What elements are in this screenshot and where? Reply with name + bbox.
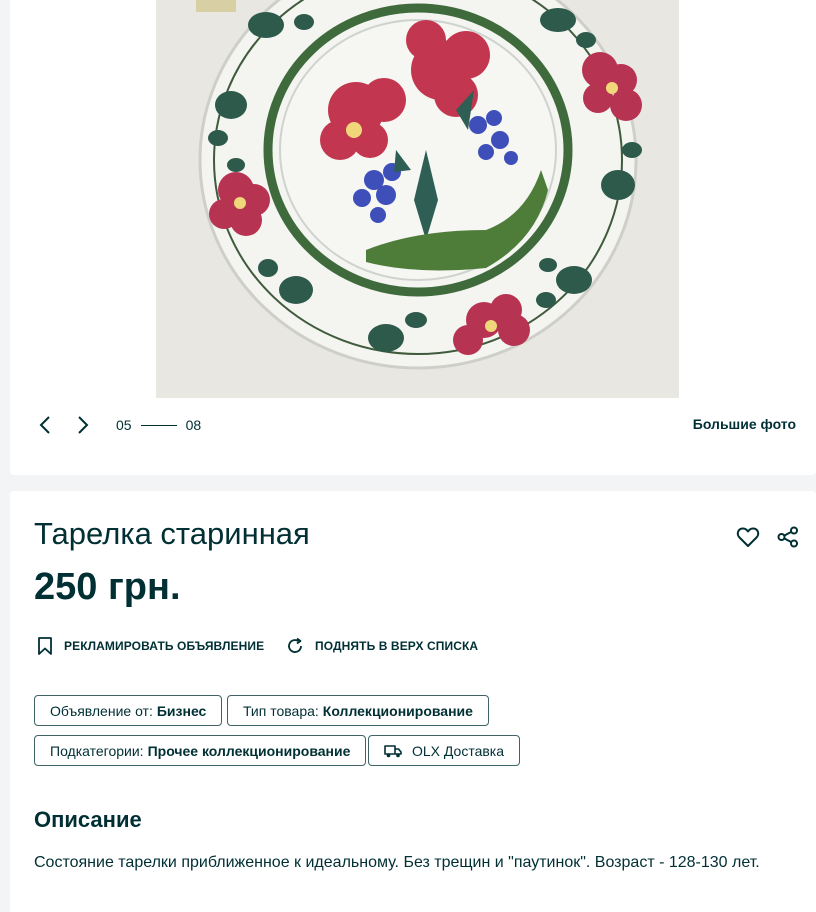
tag-subcategory-value: Прочее коллекционирование [147,742,351,759]
tag-seller-type-label: Объявление от: [50,702,153,719]
ad-price: 250 грн. [34,566,181,608]
raise-ad-button[interactable]: ПОДНЯТЬ В ВЕРХ СПИСКА [285,636,478,656]
ad-title: Тарелка старинная [34,516,310,551]
counter-divider [140,424,177,426]
tag-subcategory[interactable]: Подкатегории: Прочее коллекционирование [34,735,367,766]
big-photos-link[interactable]: Большие фото [693,416,796,432]
promote-ad-label: РЕКЛАМИРОВАТЬ ОБЪЯВЛЕНИЕ [64,639,265,653]
raise-ad-label: ПОДНЯТЬ В ВЕРХ СПИСКА [315,639,479,653]
gallery-card: 05 08 Большие фото [10,0,816,475]
promote-ad-button[interactable]: РЕКЛАМИРОВАТЬ ОБЪЯВЛЕНИЕ [36,636,264,656]
tag-product-type-label: Тип товара: [243,702,319,719]
tag-product-type-value: Коллекционирование [322,702,473,719]
share-icon [777,526,798,548]
photo-counter: 05 08 [116,417,201,433]
description-text: Состояние тарелки приближенное к идеальн… [34,854,760,871]
tag-subcategory-label: Подкатегории: [50,742,144,759]
prev-photo-button[interactable] [32,412,58,438]
tag-olx-delivery[interactable]: OLX Доставка [368,735,521,766]
next-photo-button[interactable] [70,412,96,438]
favorite-button[interactable] [736,526,760,553]
chevron-right-icon [78,416,89,434]
tag-product-type[interactable]: Тип товара: Коллекционирование [227,695,489,726]
tag-seller-type-value: Бизнес [156,702,207,719]
tag-seller-type[interactable]: Объявление от: Бизнес [34,695,223,726]
heart-icon [736,527,760,547]
photo-counter-current: 05 [116,417,132,433]
chevron-left-icon [39,416,50,434]
truck-icon [384,744,402,758]
photo-counter-total: 08 [185,417,202,433]
listing-photo[interactable] [156,0,679,398]
share-button[interactable] [777,526,799,553]
ad-info-card: Тарелка старинная 250 грн. РЕКЛАМИРОВАТЬ… [10,491,816,912]
bookmark-icon [36,636,54,656]
refresh-icon [285,636,305,656]
description-heading: Описание [34,807,142,832]
plate-image [156,0,679,398]
tag-olx-delivery-label: OLX Доставка [412,742,505,759]
